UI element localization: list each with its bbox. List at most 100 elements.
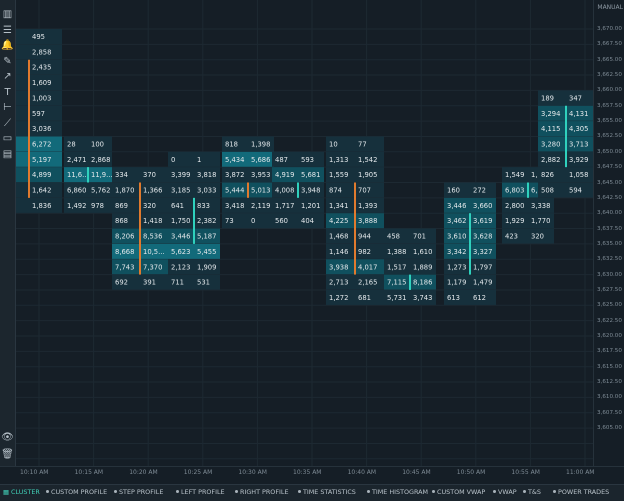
ask-volume: 3,743 <box>413 294 432 302</box>
ask-volume: 495 <box>32 33 45 41</box>
ask-volume: 3,033 <box>197 187 216 195</box>
ask-volume: 5,187 <box>197 233 216 241</box>
tab-power-trades[interactable]: POWER TRADES <box>558 488 609 496</box>
bid-volume: 1,341 <box>329 202 348 210</box>
ask-volume: 3,327 <box>473 248 492 256</box>
ask-volume: 320 <box>531 233 544 241</box>
ask-volume: 1,542 <box>358 156 377 164</box>
tab-time-histogram[interactable]: TIME HISTOGRAM <box>372 488 428 496</box>
eye-icon[interactable]: 👁 <box>1 431 14 444</box>
price-tick-label: 3,650.00 <box>597 148 622 155</box>
layers-icon[interactable]: ☰ <box>1 24 14 37</box>
tab-vwap[interactable]: VWAP <box>498 488 517 496</box>
ask-volume: 1,642 <box>32 187 51 195</box>
ask-volume: 978 <box>91 202 104 210</box>
time-tick-label: 10:55 AM <box>511 469 540 476</box>
ask-volume: 347 <box>569 94 582 102</box>
magic-wand-icon[interactable]: ✎ <box>1 55 14 68</box>
bid-volume: 4,115 <box>541 125 560 133</box>
bid-volume: 641 <box>171 202 184 210</box>
ask-volume: 2,868 <box>91 156 110 164</box>
ask-volume: 3,036 <box>32 125 51 133</box>
ask-volume: 8,186 <box>413 279 432 287</box>
bid-volume: 869 <box>115 202 128 210</box>
ask-volume: 2,435 <box>32 64 51 72</box>
tab-t-s[interactable]: T&S <box>528 488 541 496</box>
ask-volume: 833 <box>197 202 210 210</box>
bell-icon[interactable]: 🔔 <box>1 39 14 52</box>
ask-volume: 2,119 <box>251 202 270 210</box>
ask-volume: 944 <box>358 233 371 241</box>
price-tick-label: 3,637.50 <box>597 225 622 232</box>
cluster-chart-svg[interactable]: 499495,6202,858,7892,435,0601,609,5161,0… <box>16 0 593 466</box>
ask-volume: 10,5... <box>143 248 165 256</box>
cluster-column[interactable]: 458 701 1,388 1,610 1,517 1,889 7,115 8,186 5,73… <box>384 228 436 305</box>
tab-custom-profile[interactable]: CUSTOM PROFILE <box>51 488 107 496</box>
ask-volume: 5,762 <box>91 187 110 195</box>
tab-custom-vwap[interactable]: CUSTOM VWAP <box>437 488 485 496</box>
bid-volume: 2,800 <box>505 202 524 210</box>
bid-volume: 3,399 <box>171 171 190 179</box>
ask-volume: 2,165 <box>358 279 377 287</box>
price-tick-label: 3,627.50 <box>597 286 622 293</box>
bid-volume: 3,185 <box>171 187 190 195</box>
ask-volume: 1,201 <box>301 202 320 210</box>
price-tick-label: 3,652.50 <box>597 133 622 140</box>
price-tick-label: 3,607.50 <box>597 409 622 416</box>
price-tick-label: 3,667.50 <box>597 41 622 48</box>
price-tick-label: 3,670.00 <box>597 26 622 32</box>
scale-mode-label[interactable]: MANUAL <box>597 4 623 11</box>
text-tool-icon[interactable]: T <box>1 86 14 99</box>
bid-volume: 1,492 <box>67 202 86 210</box>
ask-volume: 1,610 <box>413 248 432 256</box>
tab-time-statistics[interactable]: TIME STATISTICS <box>303 488 356 496</box>
ask-volume: 681 <box>358 294 371 302</box>
ask-volume: 4,899 <box>32 171 51 179</box>
trash-icon[interactable]: 🗑 <box>1 448 14 461</box>
ask-volume: 3,619 <box>473 217 492 225</box>
bid-volume: 3,872 <box>225 171 244 179</box>
bid-volume: 1,273 <box>447 263 466 271</box>
time-tick-label: 10:40 AM <box>347 469 377 476</box>
tab-separator <box>46 490 49 493</box>
ask-volume: 3,338 <box>531 202 550 210</box>
trend-line-icon[interactable]: ↗ <box>1 70 14 83</box>
rectangle-icon[interactable]: ▭ <box>1 132 14 145</box>
ask-volume: 5,197 <box>32 156 51 164</box>
price-tick-label: 3,615.00 <box>597 363 622 370</box>
bid-volume: 28 <box>67 140 76 148</box>
ask-volume: 3,818 <box>197 171 216 179</box>
ask-volume: 982 <box>358 248 371 256</box>
ask-volume: 4,305 <box>569 125 588 133</box>
bid-volume: 0 <box>171 156 175 164</box>
ruler-icon[interactable]: ⟋ <box>1 117 14 130</box>
time-tick-label: 10:10 AM <box>20 469 49 476</box>
ask-volume: 2,858 <box>32 48 51 56</box>
time-axis[interactable]: 10:10 AM 10:15 AM 10:20 AM 10:25 AM 10:30 AM… <box>0 466 624 479</box>
bid-volume: 5,434 <box>225 156 244 164</box>
tab-step-profile[interactable]: STEP PROFILE <box>119 488 163 496</box>
ask-volume: 1,003 <box>32 94 51 102</box>
price-axis[interactable]: MANUAL 3,670.00 3,667.50 3,665.00 3,662.50 3… <box>593 0 624 466</box>
ask-volume: 5,455 <box>197 248 216 256</box>
tab-left-profile[interactable]: LEFT PROFILE <box>181 488 225 496</box>
bid-volume: 711 <box>171 279 184 287</box>
bid-volume: 1,146 <box>329 248 348 256</box>
bid-volume: 334 <box>115 171 128 179</box>
cluster-cell[interactable] <box>168 151 220 167</box>
bid-volume: 4,008 <box>275 187 294 195</box>
time-tick-label: 10:50 AM <box>456 469 486 476</box>
tab-cluster[interactable]: CLUSTER <box>11 488 40 496</box>
bar-chart-icon[interactable]: ▥ <box>1 8 14 21</box>
fibonacci-icon[interactable]: ▤ <box>1 148 14 161</box>
tab-right-profile[interactable]: RIGHT PROFILE <box>240 488 289 496</box>
bid-volume: 1,272 <box>329 294 348 302</box>
tab-separator <box>493 490 496 493</box>
horizontal-line-icon[interactable]: ⊢ <box>1 101 14 114</box>
bid-volume: 10 <box>329 140 338 148</box>
ask-volume: 77 <box>358 140 367 148</box>
cluster-chart[interactable]: 499495,6202,858,7892,435,0601,609,5161,0… <box>16 0 593 466</box>
ask-volume: 1,609 <box>32 79 51 87</box>
ask-volume: 11,9... <box>91 171 113 179</box>
time-tick-label: 10:35 AM <box>293 469 322 476</box>
